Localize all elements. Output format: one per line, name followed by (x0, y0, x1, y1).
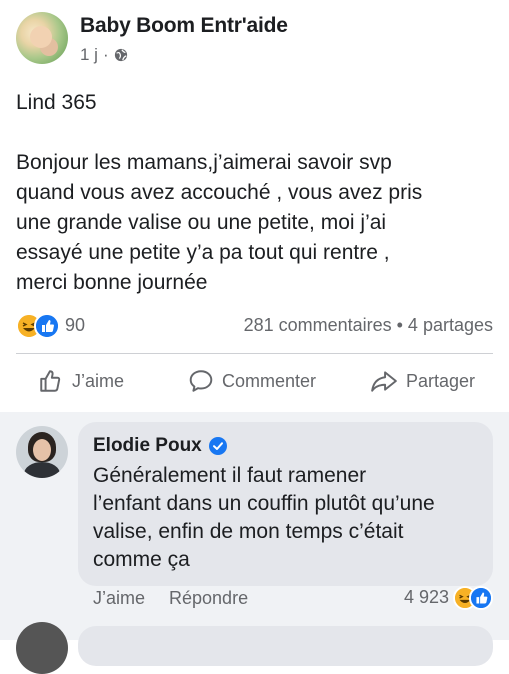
comment-line: l’enfant dans un couffin plutôt qu’une (93, 492, 435, 515)
comment-like-button[interactable]: J’aime (93, 588, 145, 609)
group-name[interactable]: Baby Boom Entr'aide (80, 14, 288, 38)
reaction-icons[interactable] (16, 313, 62, 339)
group-avatar[interactable] (16, 12, 68, 64)
share-button[interactable]: Partager (370, 368, 475, 394)
comment-reply-button[interactable]: Répondre (169, 588, 248, 609)
thumbs-up-icon (40, 370, 61, 392)
meta-separator: · (102, 45, 109, 64)
comment-label: Commenter (222, 370, 317, 391)
comment-reaction-count: 4 923 (403, 586, 449, 607)
post-body-line: quand vous avez accouché , vous avez pri… (16, 181, 423, 204)
comment-bubble-icon (189, 370, 213, 392)
commenter-name[interactable]: Elodie Poux (93, 435, 227, 457)
post-body-line: merci bonne journée (16, 271, 208, 294)
divider (16, 353, 493, 354)
post-body-line: essayé une petite y’a pa tout qui rentre… (16, 241, 390, 264)
like-button[interactable]: J’aime (38, 368, 124, 394)
comment-bubble: Elodie Poux Généralement il faut ramener… (78, 422, 493, 586)
group-avatar-image (30, 26, 52, 48)
post-card: Baby Boom Entr'aide 1 j · Lind 365 Bonjo… (0, 0, 509, 412)
action-bar: J’aime Commenter Partager (0, 368, 509, 400)
like-thumb-icon (469, 586, 493, 610)
reaction-count[interactable]: 90 (65, 315, 85, 336)
comment-button[interactable]: Commenter (188, 368, 316, 394)
commenter-name-text: Elodie Poux (93, 435, 202, 456)
post-title-line: Lind 365 (16, 91, 97, 114)
share-arrow-icon (371, 371, 397, 392)
globe-icon (114, 48, 127, 62)
post-text: Lind 365 Bonjour les mamans,j’aimerai sa… (16, 88, 496, 298)
comment-line: Généralement il faut ramener (93, 464, 367, 487)
avatar-shirt (24, 462, 60, 478)
comment-reaction-icons (453, 586, 493, 610)
comment-line: valise, enfin de mon temps c’était (93, 520, 404, 543)
comment-share-stats[interactable]: 281 commentaires • 4 partages (244, 315, 493, 336)
comments-section: Elodie Poux Généralement il faut ramener… (0, 412, 509, 674)
next-commenter-avatar[interactable] (16, 622, 68, 674)
like-thumb-icon (34, 313, 60, 339)
comment-actions: J’aime Répondre (93, 588, 248, 609)
verified-badge-icon (208, 437, 227, 455)
avatar-face (33, 439, 51, 461)
like-label: J’aime (72, 370, 125, 391)
post-body-line: Bonjour les mamans,j’aimerai savoir svp (16, 151, 392, 174)
comment-text: Généralement il faut ramener l’enfant da… (93, 462, 488, 574)
post-time[interactable]: 1 j (80, 45, 98, 65)
post-meta: 1 j · (80, 45, 128, 65)
next-comment-bubble (78, 626, 493, 666)
commenter-avatar[interactable] (16, 426, 68, 478)
share-label: Partager (406, 370, 476, 391)
post-body-line: une grande valise ou une petite, moi j’a… (16, 211, 387, 234)
comment-line: comme ça (93, 548, 190, 571)
comment-reactions[interactable]: 4 923 (403, 586, 493, 610)
